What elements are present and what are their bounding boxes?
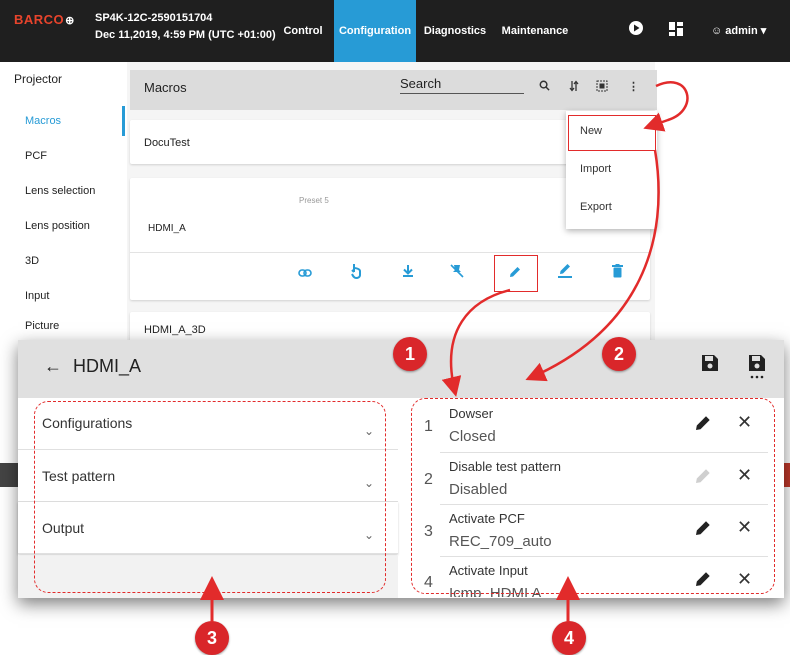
save-icon[interactable] bbox=[702, 354, 720, 374]
sidebar-item-lens-selection[interactable]: Lens selection bbox=[25, 185, 95, 197]
tab-control[interactable]: Control bbox=[278, 0, 328, 62]
tab-configuration[interactable]: Configuration bbox=[334, 0, 416, 62]
macro-name: HDMI_A_3D bbox=[144, 324, 206, 336]
search-input[interactable]: Search bbox=[400, 76, 524, 94]
sidebar-item-3d[interactable]: 3D bbox=[25, 255, 39, 267]
device-name: SP4K-12C-2590151704 bbox=[95, 12, 213, 24]
barco-logo: BARCO⊕ bbox=[14, 12, 75, 27]
tab-maintenance[interactable]: Maintenance bbox=[498, 0, 572, 62]
sidebar bbox=[0, 62, 127, 342]
delete-icon[interactable] bbox=[612, 264, 623, 281]
annotation-region-4 bbox=[411, 398, 775, 594]
edit-icon[interactable] bbox=[508, 265, 522, 282]
card-divider bbox=[130, 252, 650, 253]
user-menu[interactable]: ☺ admin ▾ bbox=[711, 0, 766, 62]
callout-3: 3 bbox=[195, 621, 229, 655]
touch-icon[interactable] bbox=[350, 263, 362, 282]
annotation-region-3 bbox=[34, 401, 386, 593]
sidebar-active-indicator bbox=[122, 106, 125, 136]
user-icon: ☺ bbox=[711, 25, 723, 37]
sidebar-item-lens-position[interactable]: Lens position bbox=[25, 220, 90, 232]
select-all-icon[interactable] bbox=[596, 80, 608, 95]
callout-4: 4 bbox=[552, 621, 586, 655]
sort-icon[interactable] bbox=[569, 80, 579, 95]
menu-item-export[interactable]: Export bbox=[580, 201, 612, 213]
save-as-icon[interactable] bbox=[748, 354, 766, 379]
sidebar-item-pcf[interactable]: PCF bbox=[25, 150, 47, 162]
callout-2: 2 bbox=[602, 337, 636, 371]
macro-editor-title: ← HDMI_A bbox=[44, 356, 141, 377]
macro-name: DocuTest bbox=[144, 137, 190, 149]
rename-icon[interactable] bbox=[558, 263, 572, 282]
tab-diagnostics[interactable]: Diagnostics bbox=[420, 0, 490, 62]
play-icon[interactable] bbox=[625, 20, 647, 42]
macro-subtitle: Preset 5 bbox=[299, 196, 329, 205]
background-strip bbox=[0, 463, 18, 487]
macro-name: HDMI_A bbox=[148, 223, 186, 234]
chevron-down-icon: ▾ bbox=[760, 25, 767, 37]
background-strip bbox=[784, 463, 790, 487]
device-datetime: Dec 11,2019, 4:59 PM (UTC +01:00) bbox=[95, 29, 276, 41]
more-vert-icon[interactable]: ⋮ bbox=[628, 80, 639, 93]
macros-title: Macros bbox=[144, 80, 187, 95]
callout-1: 1 bbox=[393, 337, 427, 371]
download-icon[interactable] bbox=[402, 264, 414, 281]
unpin-icon[interactable] bbox=[450, 264, 464, 281]
user-name: admin bbox=[725, 25, 758, 37]
layout-icon[interactable] bbox=[665, 20, 687, 42]
search-icon[interactable] bbox=[539, 80, 550, 94]
sidebar-item-input[interactable]: Input bbox=[25, 290, 49, 302]
back-arrow-icon[interactable]: ← bbox=[44, 356, 62, 376]
sidebar-title: Projector bbox=[14, 72, 63, 86]
macro-title: HDMI_A bbox=[73, 356, 142, 376]
sidebar-item-picture[interactable]: Picture bbox=[25, 320, 59, 332]
sidebar-item-macros[interactable]: Macros bbox=[25, 115, 61, 127]
macro-card-hdmi-a-3d[interactable] bbox=[130, 312, 650, 342]
link-icon[interactable] bbox=[298, 265, 312, 281]
new-highlight bbox=[568, 115, 656, 151]
menu-item-import[interactable]: Import bbox=[580, 163, 611, 175]
